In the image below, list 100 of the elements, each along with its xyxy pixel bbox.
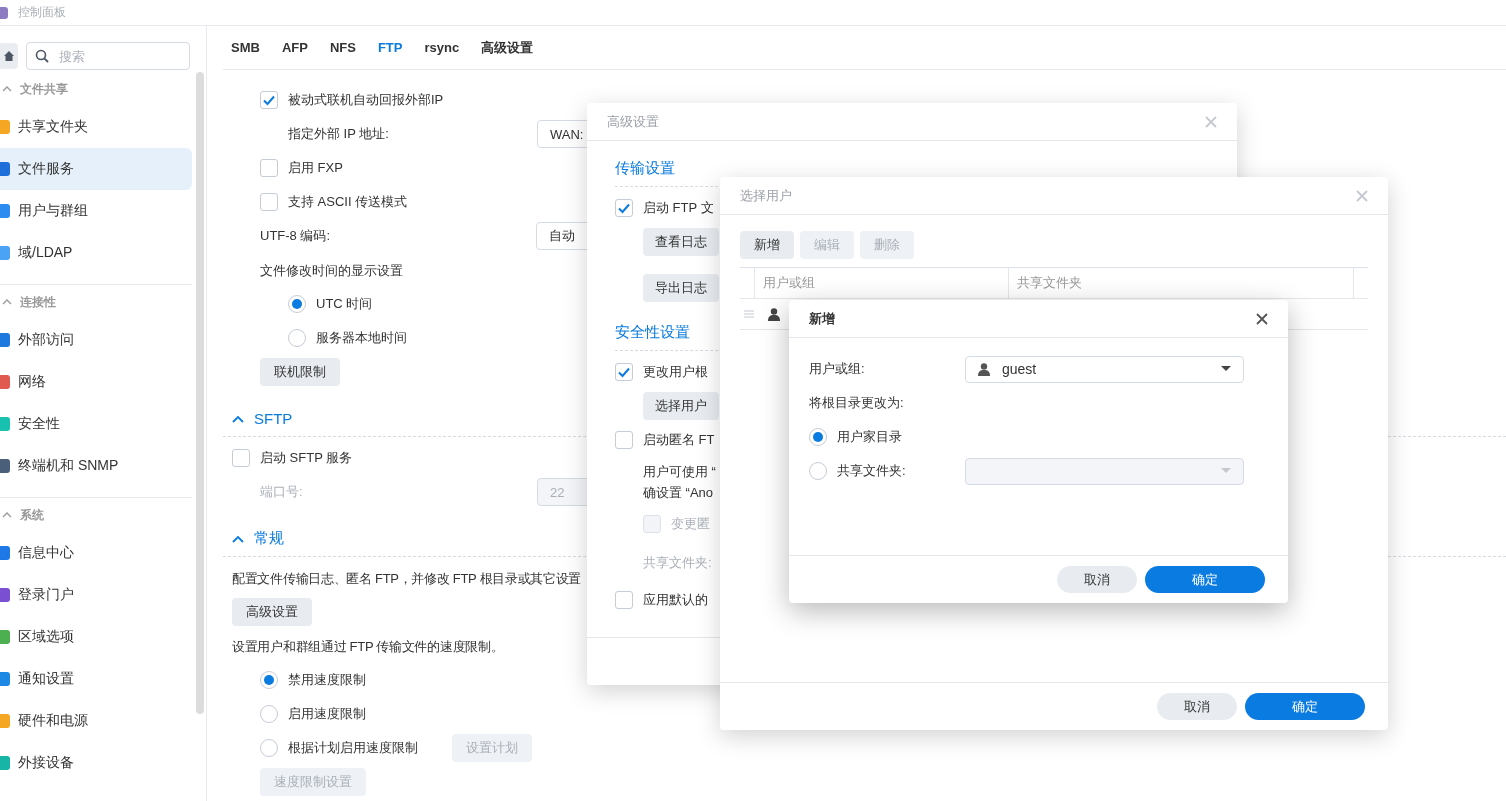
radio-label: 启用速度限制 bbox=[288, 705, 366, 723]
action-button[interactable]: 高级设置 bbox=[232, 598, 312, 626]
sidebar-item[interactable]: 安全性 bbox=[0, 403, 192, 445]
chevron-icon[interactable] bbox=[2, 299, 12, 305]
description-text: 用户可使用 “ 确设置 “Ano bbox=[643, 463, 716, 502]
search-field[interactable]: 搜索 bbox=[26, 42, 190, 70]
checkbox-label: 应用默认的 bbox=[643, 591, 708, 609]
checkbox-label: 启动 SFTP 服务 bbox=[260, 449, 353, 467]
action-button[interactable]: 选择用户 bbox=[643, 392, 719, 420]
tab[interactable]: NFS bbox=[329, 40, 356, 55]
drag-handle-icon[interactable] bbox=[744, 310, 754, 318]
dialog-button[interactable]: 取消 bbox=[1057, 566, 1137, 593]
radio-button[interactable] bbox=[260, 671, 278, 689]
checkbox-label: 更改用户根 bbox=[643, 363, 708, 381]
radio-label: UTC 时间 bbox=[316, 295, 373, 313]
action-button[interactable]: 导出日志 bbox=[643, 274, 719, 302]
field-label: UTF-8 编码: bbox=[260, 227, 332, 245]
checkbox[interactable] bbox=[615, 199, 633, 217]
description-text: 共享文件夹: bbox=[643, 553, 712, 572]
tab[interactable]: AFP bbox=[281, 40, 308, 55]
section-title: 传输设置 bbox=[615, 159, 675, 176]
caret-icon bbox=[1221, 366, 1231, 372]
scrollbar[interactable] bbox=[196, 72, 204, 714]
caret-icon bbox=[1221, 468, 1231, 474]
section-title: 系统 bbox=[20, 506, 44, 524]
dialog-title: 高级设置 bbox=[607, 112, 659, 131]
dialog-button[interactable]: 确定 bbox=[1145, 566, 1265, 593]
column-header: 用户或组 bbox=[755, 268, 1009, 298]
checkbox-label: 变更匿 bbox=[671, 515, 710, 533]
radio-label: 服务器本地时间 bbox=[316, 329, 407, 347]
dialog-button[interactable]: 确定 bbox=[1245, 693, 1365, 720]
sidebar-item[interactable]: 外接设备 bbox=[0, 742, 192, 784]
checkbox[interactable] bbox=[260, 193, 278, 211]
sidebar-item[interactable]: 共享文件夹 bbox=[0, 106, 192, 148]
home-icon bbox=[3, 50, 15, 62]
close-icon[interactable] bbox=[1256, 312, 1268, 325]
app-icon bbox=[0, 6, 8, 19]
radio-button[interactable] bbox=[809, 428, 827, 446]
checkbox-label: 支持 ASCII 传送模式 bbox=[288, 193, 408, 211]
sidebar-item[interactable]: 信息中心 bbox=[0, 532, 192, 574]
checkbox[interactable] bbox=[232, 449, 250, 467]
checkbox[interactable] bbox=[260, 159, 278, 177]
radio-label: 共享文件夹: bbox=[837, 462, 907, 480]
radio-button[interactable] bbox=[288, 329, 306, 347]
sidebar-item[interactable]: 外部访问 bbox=[0, 319, 192, 361]
user-combobox[interactable]: guest bbox=[965, 355, 1244, 383]
tab[interactable]: SMB bbox=[231, 40, 260, 55]
radio-label: 用户家目录 bbox=[837, 428, 903, 446]
field-label: 指定外部 IP 地址: bbox=[288, 125, 390, 143]
section-title: SFTP bbox=[254, 410, 293, 427]
field-label: 用户或组: bbox=[809, 360, 866, 378]
column-header: 共享文件夹 bbox=[1009, 268, 1354, 298]
checkbox-label: 启动 FTP 文 bbox=[643, 199, 714, 217]
description-text: 设置用户和群组通过 FTP 传输文件的速度限制。 bbox=[232, 637, 504, 656]
sidebar-item[interactable]: 用户与群组 bbox=[0, 190, 192, 232]
radio-button[interactable] bbox=[260, 739, 278, 757]
search-icon bbox=[35, 49, 49, 63]
section-title: 安全性设置 bbox=[615, 323, 690, 340]
sidebar-item[interactable]: 网络 bbox=[0, 361, 192, 403]
sidebar-item[interactable]: 域/LDAP bbox=[0, 232, 192, 274]
radio-label: 禁用速度限制 bbox=[288, 671, 366, 689]
radio-button[interactable] bbox=[288, 295, 306, 313]
radio-button[interactable] bbox=[809, 462, 827, 480]
toolbar-button[interactable]: 新增 bbox=[740, 231, 794, 259]
sidebar-item[interactable]: 通知设置 bbox=[0, 658, 192, 700]
radio-button[interactable] bbox=[260, 705, 278, 723]
chevron-icon[interactable] bbox=[2, 512, 12, 518]
radio-label: 根据计划启用速度限制 bbox=[288, 739, 418, 757]
home-button[interactable] bbox=[0, 43, 18, 69]
checkbox[interactable] bbox=[615, 591, 633, 609]
action-button[interactable]: 查看日志 bbox=[643, 228, 719, 256]
checkbox-label: 启动匿名 FT bbox=[643, 431, 715, 449]
user-icon bbox=[768, 307, 780, 321]
action-button[interactable]: 联机限制 bbox=[260, 358, 340, 386]
dialog-button[interactable]: 取消 bbox=[1157, 693, 1237, 720]
field-label: 端口号: bbox=[260, 483, 304, 501]
field-label: 将根目录更改为: bbox=[809, 394, 904, 412]
checkbox[interactable] bbox=[260, 91, 278, 109]
chevron-icon[interactable] bbox=[232, 414, 244, 423]
dialog-title: 新增 bbox=[809, 309, 835, 328]
window-title: 控制面板 bbox=[18, 4, 66, 21]
sidebar-item[interactable]: 终端机和 SNMP bbox=[0, 445, 192, 487]
chevron-icon[interactable] bbox=[2, 86, 12, 92]
checkbox[interactable] bbox=[615, 431, 633, 449]
description-text: 配置文件传输日志、匿名 FTP，并修改 FTP 根目录或其它设置 bbox=[232, 569, 582, 588]
tab[interactable]: rsync bbox=[424, 40, 460, 55]
user-icon bbox=[978, 362, 990, 376]
checkbox-label: 启用 FXP bbox=[288, 159, 343, 177]
sidebar-item[interactable]: 区域选项 bbox=[0, 616, 192, 658]
checkbox-label: 被动式联机自动回报外部IP bbox=[288, 91, 444, 109]
sidebar-item[interactable]: 登录门户 bbox=[0, 574, 192, 616]
section-title: 常规 bbox=[254, 529, 284, 548]
section-title: 连接性 bbox=[20, 293, 56, 311]
description-text: 文件修改时间的显示设置 bbox=[260, 261, 403, 280]
tab[interactable]: 高级设置 bbox=[481, 38, 534, 57]
sidebar-item[interactable]: 硬件和电源 bbox=[0, 700, 192, 742]
checkbox[interactable] bbox=[615, 363, 633, 381]
sidebar-item[interactable]: 文件服务 bbox=[0, 148, 192, 190]
tab[interactable]: FTP bbox=[377, 40, 403, 55]
chevron-icon[interactable] bbox=[232, 534, 244, 543]
